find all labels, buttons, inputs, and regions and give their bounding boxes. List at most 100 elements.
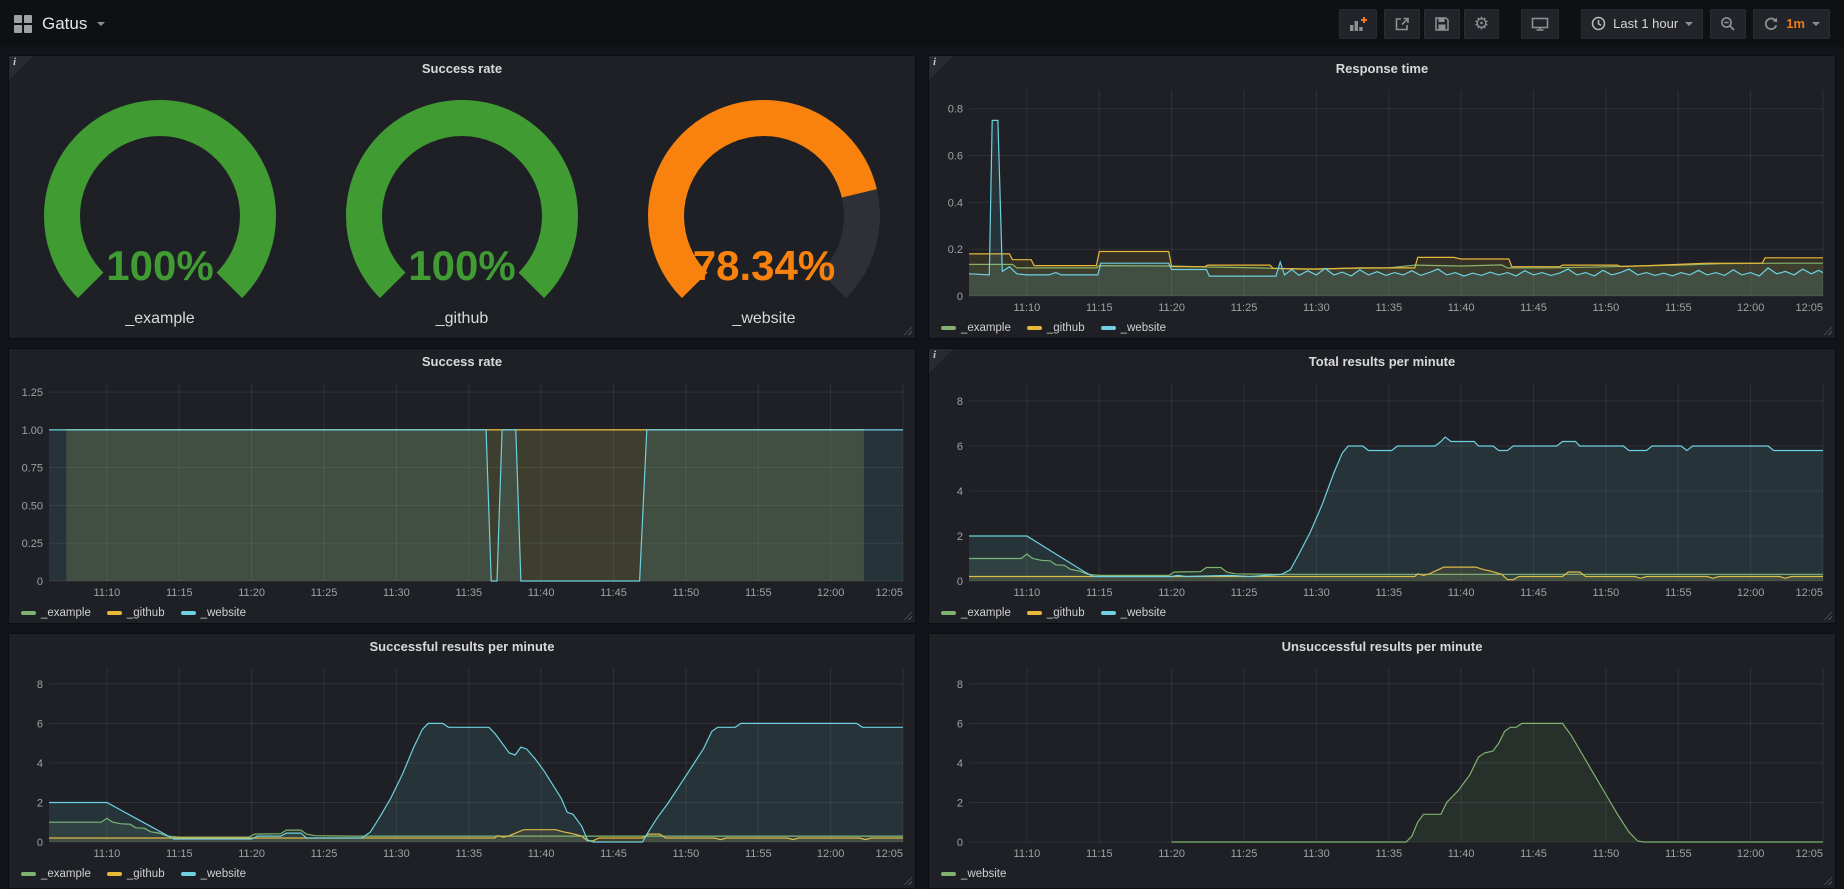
- x-tick-label: 11:55: [1665, 302, 1692, 314]
- legend-item-github[interactable]: _github: [107, 607, 165, 619]
- y-tick-label: 0.4: [948, 197, 963, 209]
- x-tick-label: 11:55: [1665, 848, 1692, 860]
- x-tick-label: 11:25: [1231, 587, 1258, 599]
- x-tick-label: 11:10: [94, 848, 121, 860]
- share-button[interactable]: [1384, 9, 1420, 39]
- zoom-out-button[interactable]: [1710, 9, 1746, 39]
- response-time-chart[interactable]: 00.20.40.60.811:1011:1511:2011:2511:3011…: [935, 82, 1831, 316]
- x-tick-label: 11:30: [1303, 302, 1330, 314]
- x-tick-label: 11:50: [673, 587, 700, 599]
- chart-legend: _example _github _website: [9, 601, 915, 625]
- y-tick-label: 4: [957, 758, 963, 770]
- panel-title[interactable]: Success rate: [9, 56, 915, 82]
- legend-item-website[interactable]: _website: [181, 607, 246, 619]
- x-tick-label: 11:45: [1520, 302, 1547, 314]
- y-tick-label: 8: [37, 679, 43, 691]
- total-results-chart[interactable]: 0246811:1011:1511:2011:2511:3011:3511:40…: [935, 375, 1831, 601]
- chart-legend: _example _github _website: [9, 862, 915, 886]
- legend-item-example[interactable]: _example: [21, 868, 91, 880]
- x-tick-label: 11:25: [311, 587, 338, 599]
- legend-swatch: [181, 611, 196, 615]
- legend-item-example[interactable]: _example: [941, 322, 1011, 334]
- x-tick-label: 11:35: [455, 587, 482, 599]
- panel-title[interactable]: Response time: [929, 56, 1835, 82]
- panel-title[interactable]: Successful results per minute: [9, 634, 915, 660]
- x-tick-label: 11:15: [1086, 587, 1113, 599]
- gauge-row: 100%_example100%_github78.34%_website: [9, 82, 915, 328]
- zoom-out-icon: [1720, 16, 1736, 32]
- monitor-icon: [1531, 16, 1549, 32]
- y-tick-label: 0.2: [948, 244, 963, 256]
- successful-results-chart[interactable]: 0246811:1011:1511:2011:2511:3011:3511:40…: [15, 660, 911, 862]
- refresh-icon: [1763, 16, 1779, 32]
- series-fill-_website: [1172, 723, 1823, 842]
- legend-label: _github: [1047, 322, 1085, 334]
- x-tick-label: 11:50: [1593, 587, 1620, 599]
- y-tick-label: 0: [957, 837, 963, 849]
- legend-item-website[interactable]: _website: [941, 868, 1006, 880]
- y-tick-label: 2: [957, 531, 963, 543]
- legend-swatch: [941, 611, 956, 615]
- save-button[interactable]: [1424, 9, 1460, 39]
- unsuccessful-results-chart[interactable]: 0246811:1011:1511:2011:2511:3011:3511:40…: [935, 660, 1831, 862]
- x-tick-label: 11:15: [166, 848, 193, 860]
- legend-label: _github: [127, 607, 165, 619]
- x-tick-label: 11:45: [1520, 587, 1547, 599]
- x-tick-label: 11:55: [745, 848, 772, 860]
- gauge-value: 78.34%: [693, 242, 835, 289]
- panel-total-results: i Total results per minute 0246811:1011:…: [928, 348, 1836, 624]
- add-panel-button[interactable]: [1339, 9, 1377, 39]
- y-tick-label: 8: [957, 396, 963, 408]
- gauge-arc: 100%: [322, 98, 602, 308]
- legend-swatch: [941, 872, 956, 876]
- y-tick-label: 0: [37, 837, 43, 849]
- dashboard-grid-icon[interactable]: [14, 15, 32, 33]
- legend-swatch: [1027, 611, 1042, 615]
- x-tick-label: 12:00: [817, 587, 845, 599]
- refresh-button[interactable]: 1m: [1753, 9, 1830, 39]
- legend-swatch: [107, 872, 122, 876]
- caret-down-icon: [1685, 22, 1693, 26]
- cycle-view-button[interactable]: [1521, 9, 1559, 39]
- top-navbar: Gatus: [0, 0, 1844, 47]
- time-range-button[interactable]: Last 1 hour: [1581, 9, 1703, 39]
- x-tick-label: 12:00: [1737, 848, 1765, 860]
- y-tick-label: 0.6: [948, 151, 963, 163]
- panel-title[interactable]: Success rate: [9, 349, 915, 375]
- settings-button[interactable]: ⚙: [1464, 9, 1499, 39]
- panel-title[interactable]: Unsuccessful results per minute: [929, 634, 1835, 660]
- panel-info-icon[interactable]: i: [929, 349, 953, 373]
- success-rate-chart[interactable]: 00.250.500.751.001.2511:1011:1511:2011:2…: [15, 375, 911, 601]
- gauge-arc: 78.34%: [624, 98, 904, 308]
- legend-item-example[interactable]: _example: [941, 607, 1011, 619]
- legend-label: _example: [41, 868, 91, 880]
- chart-legend: _website: [929, 862, 1835, 886]
- gear-icon: ⚙: [1474, 15, 1489, 32]
- y-tick-label: 0.75: [22, 463, 43, 475]
- dashboard-title[interactable]: Gatus: [42, 14, 87, 34]
- legend-swatch: [21, 611, 36, 615]
- x-tick-label: 11:25: [311, 848, 338, 860]
- legend-label: _website: [1121, 322, 1166, 334]
- panel-success-rate: Success rate 00.250.500.751.001.2511:101…: [8, 348, 916, 624]
- y-tick-label: 0: [957, 576, 963, 588]
- chart-legend: _example _github _website: [929, 601, 1835, 625]
- legend-item-example[interactable]: _example: [21, 607, 91, 619]
- x-tick-label: 11:20: [1158, 302, 1185, 314]
- x-tick-label: 11:35: [1375, 587, 1402, 599]
- panel-info-icon[interactable]: i: [929, 56, 953, 80]
- y-tick-label: 1.00: [22, 425, 43, 437]
- x-tick-label: 11:15: [166, 587, 193, 599]
- y-tick-label: 1.25: [22, 387, 43, 399]
- legend-item-github[interactable]: _github: [1027, 322, 1085, 334]
- legend-item-website[interactable]: _website: [181, 868, 246, 880]
- panel-title[interactable]: Total results per minute: [929, 349, 1835, 375]
- legend-item-website[interactable]: _website: [1101, 607, 1166, 619]
- legend-label: _website: [1121, 607, 1166, 619]
- legend-item-github[interactable]: _github: [107, 868, 165, 880]
- legend-item-github[interactable]: _github: [1027, 607, 1085, 619]
- panel-info-icon[interactable]: i: [9, 56, 33, 80]
- series-fill-_website: [49, 430, 903, 581]
- legend-item-website[interactable]: _website: [1101, 322, 1166, 334]
- x-tick-label: 11:30: [1303, 848, 1330, 860]
